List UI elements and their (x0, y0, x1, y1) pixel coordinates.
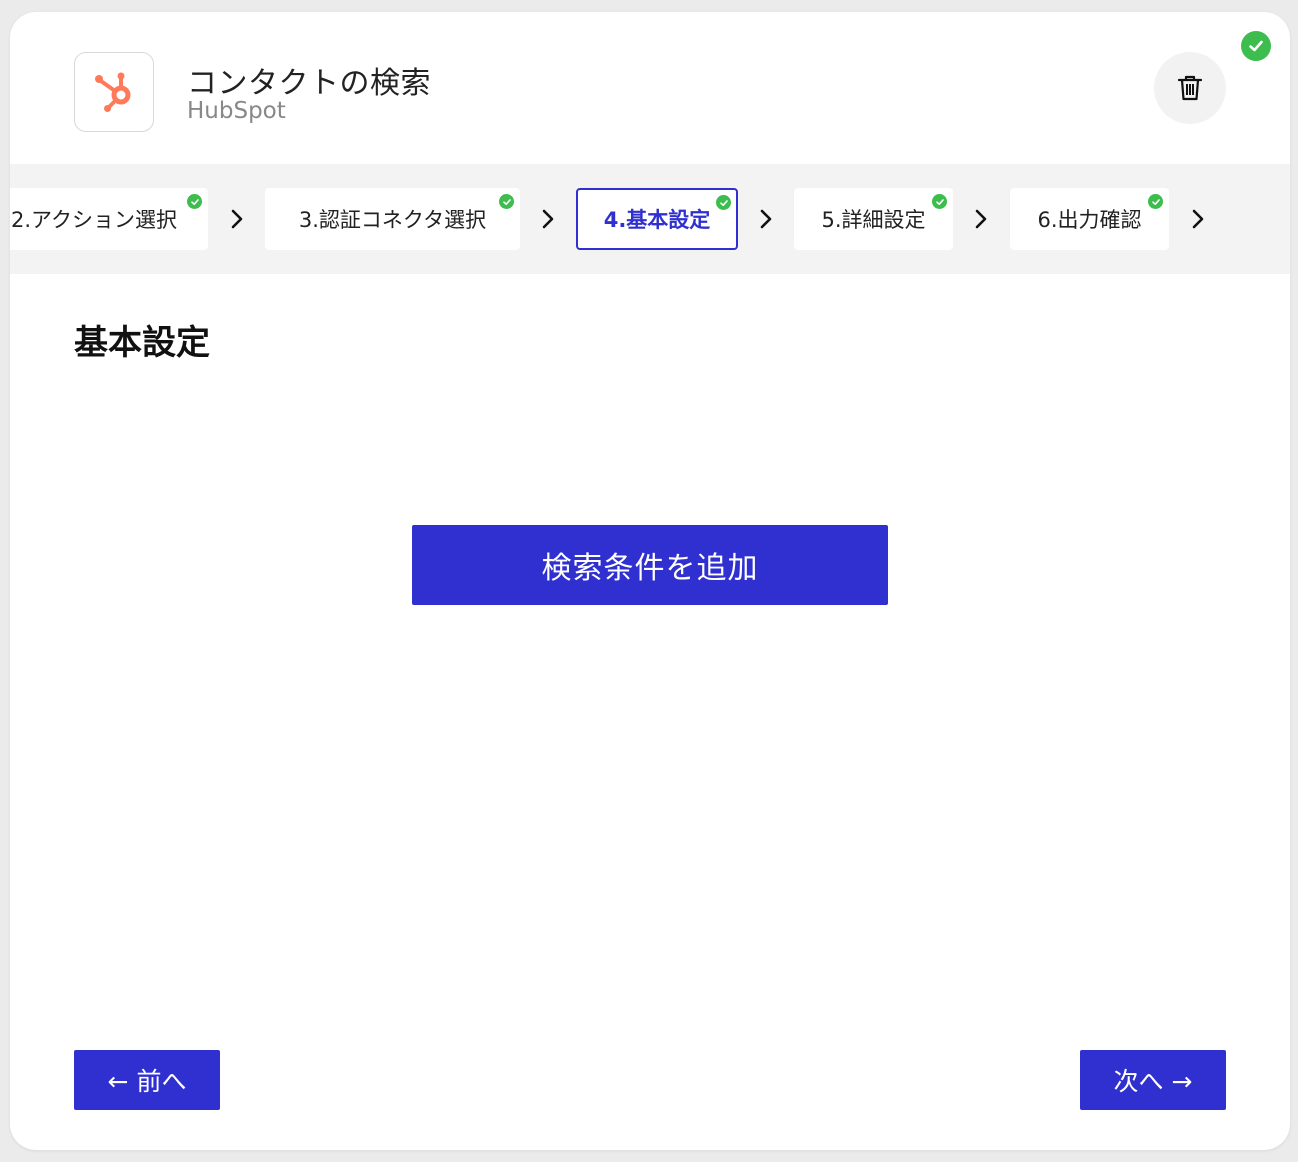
step-connector-select[interactable]: 3.認証コネクタ選択 (265, 188, 520, 250)
chevron-right-icon (973, 204, 989, 234)
step-complete-icon (187, 194, 202, 209)
delete-button[interactable] (1154, 52, 1226, 124)
step-label: 5.詳細設定 (821, 208, 926, 232)
header: コンタクトの検索 HubSpot (10, 12, 1290, 164)
app-name: HubSpot (187, 98, 286, 124)
hubspot-icon (95, 72, 131, 112)
chevron-right-icon (540, 204, 556, 234)
page-title: コンタクトの検索 (187, 66, 431, 101)
step-label: 4.基本設定 (603, 208, 711, 232)
step-complete-icon (932, 194, 947, 209)
status-check-icon (1241, 31, 1271, 61)
chevron-right-icon (229, 204, 245, 234)
step-label: 3.認証コネクタ選択 (298, 208, 487, 232)
prev-button[interactable]: ← 前へ (74, 1050, 220, 1110)
chevron-right-icon (758, 204, 774, 234)
step-label: 2.アクション選択 (11, 208, 177, 232)
step-action-select[interactable]: 2.アクション選択 (10, 188, 208, 250)
step-navigation: 2.アクション選択 3.認証コネクタ選択 4.基本設定 5.詳細設定 6.出力確… (10, 164, 1290, 274)
next-button[interactable]: 次へ → (1080, 1050, 1226, 1110)
step-output-check[interactable]: 6.出力確認 (1010, 188, 1169, 250)
settings-card: コンタクトの検索 HubSpot 2.アクション選択 3.認証コネクタ選択 4.… (10, 12, 1290, 1150)
step-complete-icon (716, 195, 731, 210)
step-detail-settings[interactable]: 5.詳細設定 (794, 188, 953, 250)
step-complete-icon (499, 194, 514, 209)
step-label: 6.出力確認 (1037, 208, 1142, 232)
step-complete-icon (1148, 194, 1163, 209)
trash-icon (1177, 75, 1203, 101)
add-search-condition-button[interactable]: 検索条件を追加 (412, 525, 888, 605)
hubspot-logo (74, 52, 154, 132)
step-basic-settings[interactable]: 4.基本設定 (576, 188, 738, 250)
chevron-right-icon[interactable] (1190, 204, 1206, 234)
section-title: 基本設定 (74, 323, 210, 363)
